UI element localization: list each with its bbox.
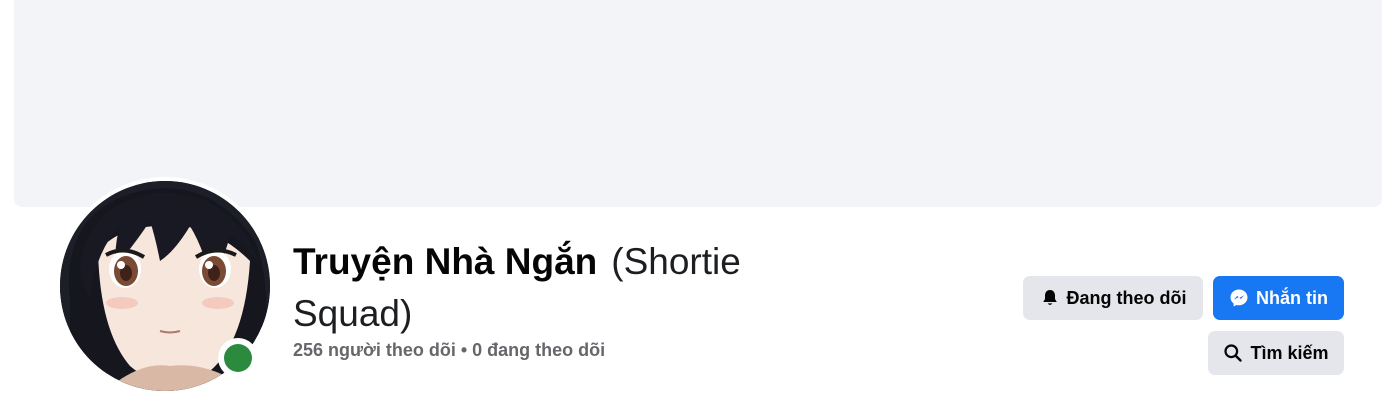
- following-button[interactable]: Đang theo dõi: [1023, 276, 1203, 320]
- follower-stats[interactable]: 256 người theo dõi • 0 đang theo dõi: [293, 340, 605, 361]
- message-button[interactable]: Nhắn tin: [1213, 276, 1344, 320]
- page-name: Truyện Nhà Ngắn: [293, 241, 598, 282]
- search-label: Tìm kiếm: [1250, 342, 1329, 363]
- online-dot: [224, 344, 252, 372]
- search-icon: [1223, 343, 1243, 363]
- cover-photo[interactable]: [14, 0, 1382, 207]
- page-title: Truyện Nhà Ngắn (Shortie Squad): [293, 236, 813, 340]
- messenger-icon: [1229, 288, 1249, 308]
- bell-icon: [1040, 288, 1060, 308]
- message-label: Nhắn tin: [1256, 287, 1328, 308]
- online-status-indicator: [218, 338, 258, 378]
- following-label: Đang theo dõi: [1066, 287, 1187, 308]
- search-button[interactable]: Tìm kiếm: [1208, 331, 1344, 375]
